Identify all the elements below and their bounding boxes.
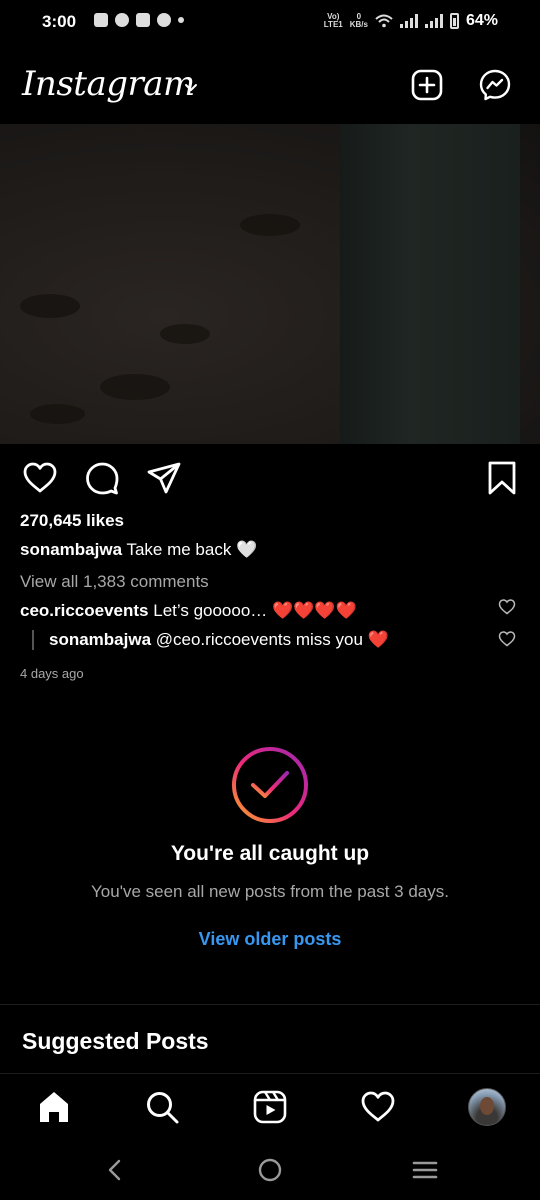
comment-reply: sonambajwa @ceo.riccoevents miss you ❤️ [32,630,537,650]
activity-heart-icon[interactable] [360,1089,396,1125]
chat-icon [157,13,171,27]
reply-text: @ceo.riccoevents miss you ❤️ [151,630,389,649]
caught-up-check-icon [232,747,308,823]
like-count[interactable]: 270,645 likes [20,511,124,531]
system-status: Vo) LTE1 0 KB/s 64% [324,12,498,30]
caption-username[interactable]: sonambajwa [20,540,122,559]
share-icon[interactable] [146,460,182,496]
new-post-icon[interactable] [410,68,444,102]
suggested-posts-heading: Suggested Posts [22,1028,209,1054]
comment-icon[interactable] [84,460,120,496]
section-divider [0,1004,540,1005]
bottom-tab-bar [0,1074,540,1140]
person-silhouette [340,124,520,444]
comment-text: Let’s gooooo… ❤️❤️❤️❤️ [148,601,357,620]
notification-icons [94,13,184,27]
instagram-logo[interactable]: Instagram [22,64,195,104]
view-older-posts-link[interactable]: View older posts [0,929,540,950]
save-bookmark-icon[interactable] [484,460,520,496]
post-timestamp: 4 days ago [20,666,84,681]
messenger-notification-icon [115,13,129,27]
data-speed-indicator: 0 KB/s [350,13,368,29]
home-icon[interactable] [36,1089,72,1125]
caught-up-subtitle: You've seen all new posts from the past … [91,882,449,901]
battery-percent: 64% [465,12,498,29]
footprint [30,404,85,424]
reply-like-heart-icon[interactable] [498,630,516,648]
caught-up-title: You're all caught up [170,842,370,865]
home-circle-icon[interactable] [258,1158,282,1182]
post-caption: sonambajwa Take me back 🤍 [20,540,257,560]
chevron-down-icon[interactable] [183,80,199,96]
reply-username[interactable]: sonambajwa [49,630,151,649]
back-icon[interactable] [103,1158,127,1182]
caption-text: Take me back 🤍 [122,540,258,559]
system-navigation-bar [0,1140,540,1200]
search-icon[interactable] [144,1089,180,1125]
messenger-icon[interactable] [478,68,512,102]
signal-icon-2 [424,14,443,28]
post-actions [0,456,540,502]
footprint [100,374,170,400]
profile-avatar[interactable] [468,1088,506,1126]
lte-label: LTE1 [323,20,343,29]
avatar-face [480,1097,494,1115]
missed-call-icon [136,13,150,27]
comment-username[interactable]: ceo.riccoevents [20,601,149,620]
footprint [240,214,300,236]
battery-icon [449,13,459,29]
volte-indicator: Vo) LTE1 [324,13,343,29]
view-all-comments-link[interactable]: View all 1,383 comments [20,572,209,592]
data-speed-unit: KB/s [349,20,368,29]
news-icon [94,13,108,27]
more-notifications-dot [178,17,184,23]
wifi-icon [375,14,393,28]
signal-icon-1 [399,14,418,28]
app-header: Instagram [0,50,540,122]
post-image[interactable] [0,124,540,444]
footprint [20,294,80,318]
recents-icon[interactable] [412,1158,438,1182]
status-bar: 3:00 Vo) LTE1 0 KB/s 64% [0,0,540,46]
comment-like-heart-icon[interactable] [498,598,516,616]
like-heart-icon[interactable] [22,460,58,496]
footprint [160,324,210,344]
status-time: 3:00 [42,12,77,31]
comment: ceo.riccoevents Let’s gooooo… ❤️❤️❤️❤️ [20,601,520,621]
reels-icon[interactable] [252,1089,288,1125]
